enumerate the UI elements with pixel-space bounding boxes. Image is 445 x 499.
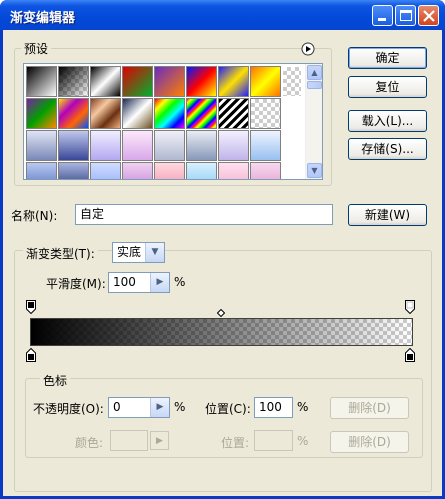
color-position-input[interactable]: [254, 430, 293, 451]
scroll-down-icon[interactable]: ▼: [307, 163, 322, 178]
opacity-position-label: 位置(C):: [205, 402, 251, 416]
preset-swatch[interactable]: [186, 66, 217, 97]
preset-swatch[interactable]: [58, 98, 89, 129]
opacity-position-unit: %: [297, 400, 309, 414]
preset-swatch[interactable]: [186, 98, 217, 129]
save-button[interactable]: 存储(S)...: [348, 138, 427, 160]
preset-swatch[interactable]: [26, 130, 57, 161]
preset-swatch[interactable]: [26, 162, 57, 179]
color-swatch[interactable]: [110, 430, 148, 451]
preset-swatch[interactable]: [122, 66, 153, 97]
presets-label: 预设: [21, 40, 52, 57]
smoothness-unit: %: [174, 275, 186, 289]
preset-swatch[interactable]: [58, 66, 89, 97]
maximize-button[interactable]: [395, 5, 416, 26]
presets-grid: ▲ ▼: [23, 63, 323, 180]
opacity-label: 不透明度(O):: [33, 402, 104, 416]
smoothness-value: 100: [113, 275, 136, 289]
name-input[interactable]: 自定: [75, 204, 333, 225]
new-button[interactable]: 新建(W): [348, 204, 427, 226]
scroll-up-icon[interactable]: ▲: [307, 65, 322, 80]
opacity-input[interactable]: 0 ▶: [108, 397, 170, 418]
maximize-icon: [400, 10, 412, 21]
presets-scrollbar[interactable]: ▲ ▼: [305, 64, 322, 179]
preset-swatch[interactable]: [250, 66, 281, 97]
preset-swatch[interactable]: [218, 162, 249, 179]
preset-swatch[interactable]: [154, 162, 185, 179]
color-stop-right[interactable]: [405, 348, 415, 362]
preset-swatch[interactable]: [58, 162, 89, 179]
preset-swatch[interactable]: [26, 66, 57, 97]
gradient-preview-bar[interactable]: [30, 318, 413, 346]
preset-swatch[interactable]: [218, 66, 249, 97]
preset-swatch[interactable]: [90, 130, 121, 161]
gradient-type-value: 实底: [117, 245, 142, 259]
preset-swatch[interactable]: [90, 66, 121, 97]
preset-swatch[interactable]: [186, 162, 217, 179]
window-title: 渐变编辑器: [10, 11, 76, 26]
reset-button[interactable]: 复位: [348, 76, 427, 98]
preset-swatch[interactable]: [154, 130, 185, 161]
color-label: 颜色:: [75, 436, 104, 450]
preset-swatch[interactable]: [90, 98, 121, 129]
minimize-icon: [378, 18, 386, 21]
smoothness-input[interactable]: 100 ▶: [108, 272, 170, 293]
opacity-stop-right[interactable]: [405, 300, 415, 314]
minimize-button[interactable]: [372, 5, 393, 26]
name-label: 名称(N):: [11, 209, 58, 223]
stops-label: 色标: [40, 372, 71, 389]
close-button[interactable]: [418, 5, 439, 26]
opacity-unit: %: [174, 400, 186, 414]
preset-swatch[interactable]: [122, 98, 153, 129]
preset-swatch[interactable]: [282, 66, 302, 97]
color-position-unit: %: [297, 434, 309, 448]
preset-swatch[interactable]: [154, 98, 185, 129]
midpoint-diamond-icon[interactable]: [217, 309, 225, 317]
color-position-label: 位置:: [221, 436, 250, 450]
preset-swatch[interactable]: [218, 130, 249, 161]
preset-swatch[interactable]: [218, 98, 249, 129]
preset-swatch[interactable]: [122, 130, 153, 161]
opacity-stop-left[interactable]: [26, 300, 36, 314]
opacity-value: 0: [113, 400, 121, 414]
gradient-type-label: 渐变类型(T):: [23, 245, 98, 262]
gradient-type-select[interactable]: 实底 ▼: [112, 242, 165, 263]
load-button[interactable]: 载入(L)...: [348, 110, 427, 132]
title-bar[interactable]: 渐变编辑器: [0, 0, 445, 30]
preset-swatch[interactable]: [250, 162, 281, 179]
smoothness-arrow-icon[interactable]: ▶: [150, 273, 169, 292]
delete-color-stop-button[interactable]: 删除(D): [330, 431, 409, 453]
delete-opacity-stop-button[interactable]: 删除(D): [330, 397, 409, 419]
opacity-arrow-icon[interactable]: ▶: [150, 398, 169, 417]
preset-swatch[interactable]: [90, 162, 121, 179]
close-icon: [423, 10, 435, 22]
gradient-overlay: [31, 319, 412, 345]
gradient-editor-window: 渐变编辑器 预设 ▲ ▼ 确定 复位 载入(L)... 存储(S)... 名称(…: [0, 0, 445, 499]
presets-menu-icon[interactable]: [301, 42, 315, 56]
chevron-down-icon[interactable]: ▼: [145, 243, 164, 262]
color-menu-arrow-icon[interactable]: ▶: [150, 431, 169, 450]
smoothness-label: 平滑度(M):: [46, 277, 106, 291]
preset-swatch[interactable]: [154, 66, 185, 97]
preset-swatch[interactable]: [250, 98, 281, 129]
opacity-position-input[interactable]: 100: [254, 397, 293, 418]
dialog-body: 预设 ▲ ▼ 确定 复位 载入(L)... 存储(S)... 名称(N): 自定…: [3, 30, 442, 496]
preset-swatch[interactable]: [26, 98, 57, 129]
preset-swatch[interactable]: [58, 130, 89, 161]
scroll-thumb[interactable]: [307, 81, 322, 89]
ok-button[interactable]: 确定: [348, 47, 427, 69]
color-stop-left[interactable]: [26, 348, 36, 362]
preset-swatch[interactable]: [186, 130, 217, 161]
preset-swatch[interactable]: [250, 130, 281, 161]
preset-swatch[interactable]: [122, 162, 153, 179]
